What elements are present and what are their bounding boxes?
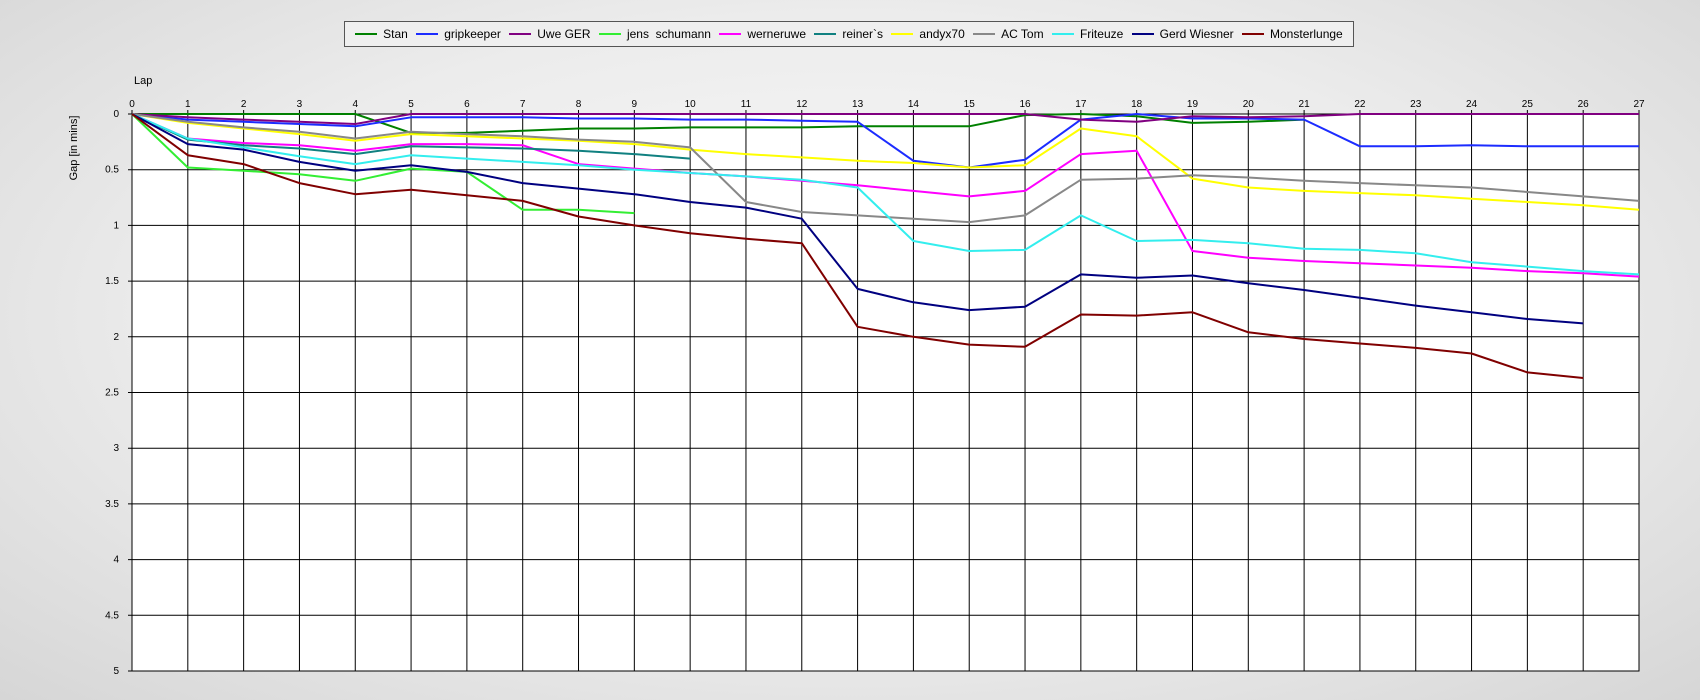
y-tick-label: 3: [113, 443, 119, 454]
x-tick-label: 12: [796, 99, 808, 110]
x-tick-label: 13: [852, 99, 864, 110]
x-tick-label: 5: [408, 99, 414, 110]
x-tick-label: 11: [741, 99, 752, 110]
y-tick-label: 2: [113, 332, 119, 343]
x-tick-label: 21: [1299, 99, 1311, 110]
y-tick-label: 1.5: [105, 276, 119, 287]
x-tick-label: 20: [1243, 99, 1255, 110]
y-tick-label: 3.5: [105, 499, 119, 510]
x-tick-label: 25: [1522, 99, 1534, 110]
y-tick-label: 0: [113, 109, 119, 120]
y-tick-label: 5: [113, 666, 119, 677]
x-tick-label: 26: [1578, 99, 1590, 110]
y-tick-label: 1: [113, 220, 119, 231]
x-tick-label: 9: [632, 99, 638, 110]
y-tick-label: 0.5: [105, 165, 119, 176]
x-tick-label: 2: [241, 99, 247, 110]
gap-chart: Stan gripkeeper Uwe GER jens schumann werner…: [0, 0, 1700, 700]
x-tick-label: 27: [1633, 99, 1645, 110]
x-tick-label: 14: [908, 99, 920, 110]
x-tick-label: 0: [129, 99, 135, 110]
x-tick-label: 3: [297, 99, 303, 110]
x-tick-label: 7: [520, 99, 526, 110]
y-axis-title: Gap [in mins]: [68, 116, 80, 181]
x-tick-label: 15: [964, 99, 976, 110]
x-tick-label: 4: [352, 99, 358, 110]
x-tick-label: 22: [1354, 99, 1366, 110]
y-tick-label: 4: [113, 555, 119, 566]
x-axis-title: Lap: [134, 75, 152, 87]
chart-plot-svg: Lap Gap [in mins] 0 1 2 3 4 5 6 7 8 9 10 11 12 13 14 15…: [68, 75, 1645, 677]
x-tick-label: 6: [464, 99, 470, 110]
y-tick-label: 4.5: [105, 610, 119, 621]
x-tick-label: 24: [1466, 99, 1478, 110]
x-tick-label: 18: [1131, 99, 1143, 110]
y-tick-label: 2.5: [105, 388, 119, 399]
x-tick-label: 23: [1410, 99, 1422, 110]
x-tick-label: 10: [685, 99, 697, 110]
x-tick-label: 1: [185, 99, 191, 110]
x-tick-label: 19: [1187, 99, 1199, 110]
x-tick-label: 17: [1075, 99, 1087, 110]
x-tick-label: 16: [1019, 99, 1031, 110]
x-tick-label: 8: [576, 99, 582, 110]
